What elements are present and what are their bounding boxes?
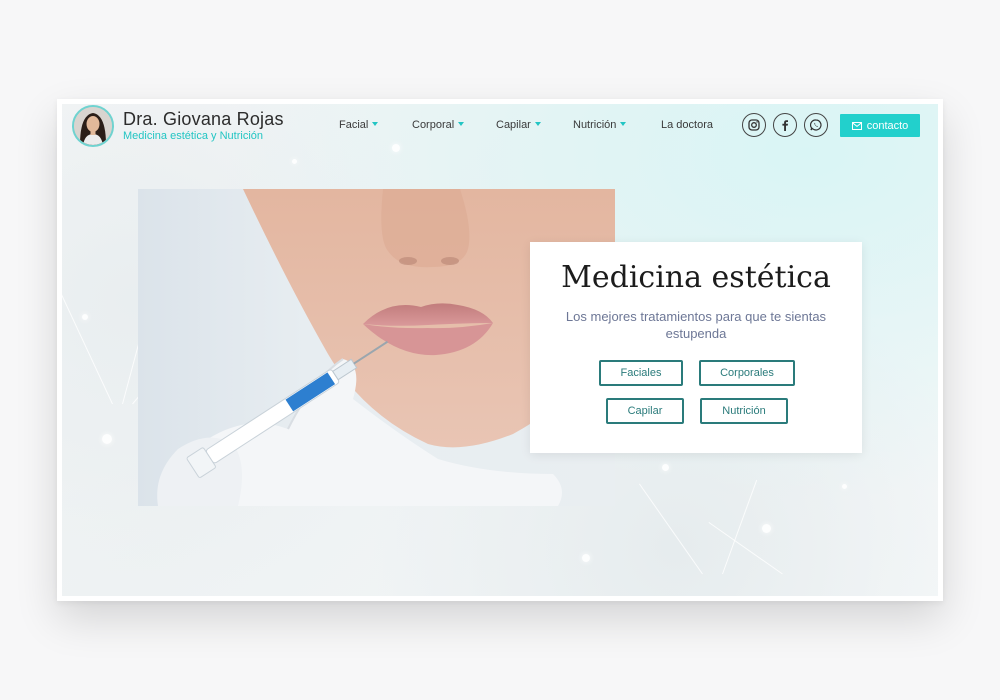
sparkle [762,524,771,533]
chevron-down-icon [620,122,627,126]
facebook-icon[interactable] [773,113,797,137]
instagram-icon[interactable] [742,113,766,137]
chevron-down-icon [534,122,541,126]
nav-item-nutricion[interactable]: Nutrición [573,119,627,131]
sparkle [842,484,847,489]
dandelion-strand [708,521,783,575]
nav-item-facial[interactable]: Facial [339,119,379,131]
nav-item-la-doctora[interactable]: La doctora [661,119,713,131]
chevron-down-icon [372,122,379,126]
whatsapp-icon[interactable] [804,113,828,137]
nav-item-label: Capilar [496,119,531,131]
brand-subtitle: Medicina estética y Nutrición [123,130,264,142]
sparkle [582,554,590,562]
capilar-button[interactable]: Capilar [606,398,684,424]
nav-item-corporal[interactable]: Corporal [412,119,465,131]
brand-name[interactable]: Dra. Giovana Rojas [123,109,284,130]
nav-item-label: La doctora [661,119,713,131]
mail-icon [851,121,862,130]
dandelion-strand [57,267,113,405]
hero-subtitle: Los mejores tratamientos para que te sie… [565,309,827,341]
browser-frame: Dra. Giovana Rojas Medicina estética y N… [57,99,943,601]
dandelion-strand [722,479,758,575]
hero-card: Medicina estética Los mejores tratamient… [530,242,862,453]
site-header: Dra. Giovana Rojas Medicina estética y N… [57,99,943,155]
nutricion-button[interactable]: Nutrición [700,398,788,424]
sparkle [102,434,112,444]
sparkle [82,314,88,320]
sparkle [292,159,297,164]
avatar[interactable] [72,105,114,147]
nav-item-label: Corporal [412,119,455,131]
contact-button[interactable]: contacto [840,114,920,137]
dandelion-strand [638,483,703,575]
contact-button-label: contacto [866,119,909,132]
corporales-button[interactable]: Corporales [699,360,795,386]
faciales-button[interactable]: Faciales [599,360,683,386]
hero-title: Medicina estética [561,260,831,295]
nav-item-label: Nutrición [573,119,617,131]
nav-item-capilar[interactable]: Capilar [496,119,541,131]
chevron-down-icon [458,122,465,126]
sparkle [662,464,669,471]
nav-item-label: Facial [339,119,369,131]
